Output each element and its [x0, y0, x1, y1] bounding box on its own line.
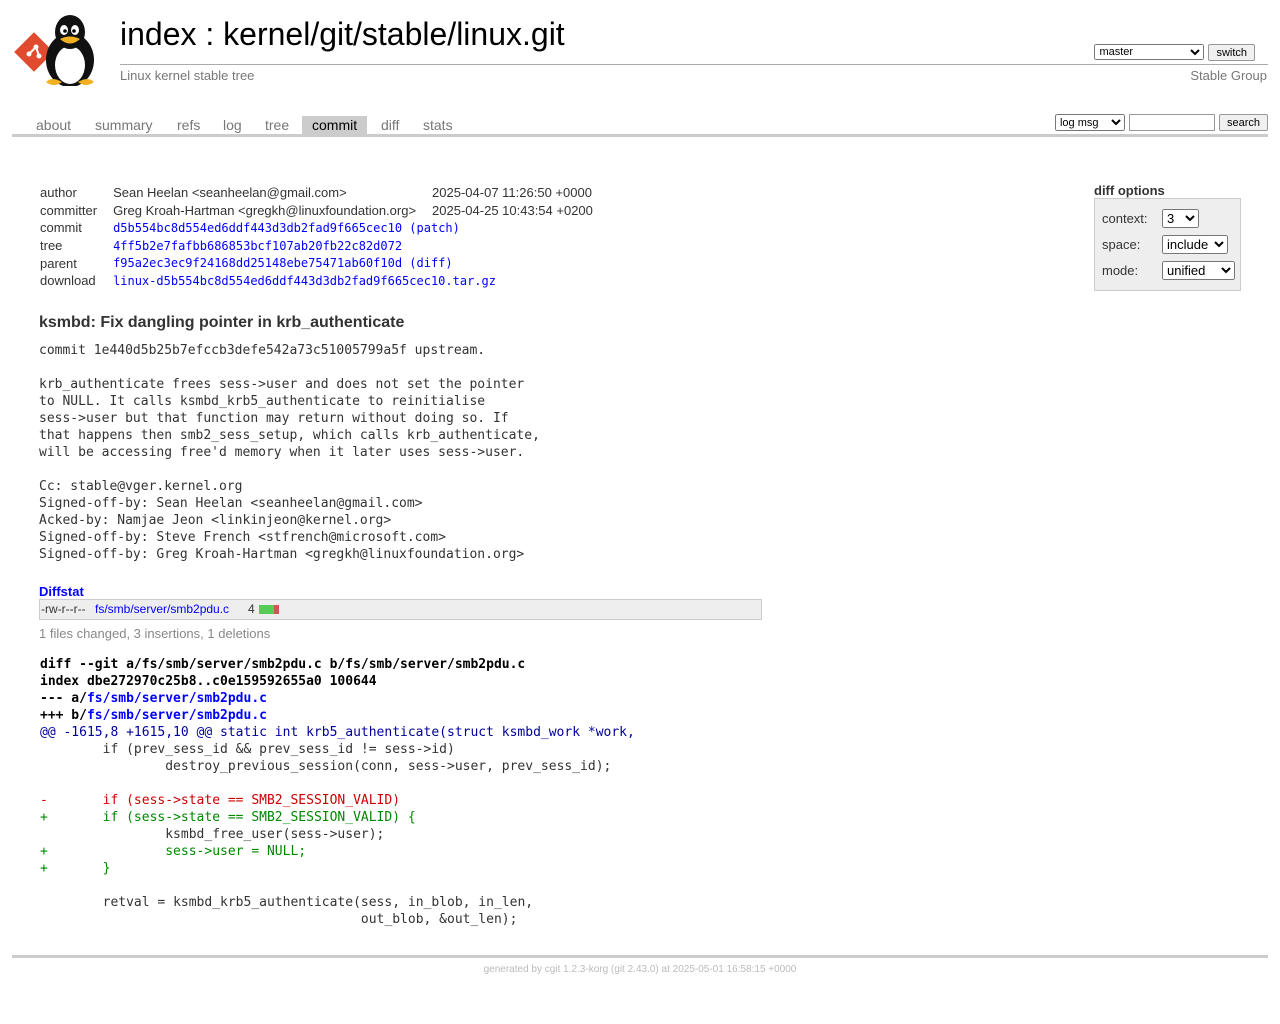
diffstat-change-count: 4 — [248, 602, 255, 616]
diff-git-header: diff --git a/fs/smb/server/smb2pdu.c b/f… — [40, 657, 526, 672]
diffstat-deletions-bar — [274, 605, 279, 614]
space-label: space: — [1102, 237, 1141, 252]
footer-prefix: generated by — [483, 964, 545, 975]
tab-diff[interactable]: diff — [371, 116, 409, 134]
diffstat-summary: 1 files changed, 3 insertions, 1 deletio… — [39, 626, 271, 641]
commit-label: commit — [40, 220, 82, 236]
commit-row: commit d5b554bc8d554ed6ddf443d3db2fad9f6… — [40, 219, 593, 237]
parent-label: parent — [40, 255, 77, 271]
footer-git-version: (git 2.43.0) — [608, 964, 659, 975]
context-select[interactable]: 3 — [1162, 209, 1199, 228]
parent-diff-link[interactable]: diff — [417, 256, 446, 270]
mode-label: mode: — [1102, 263, 1139, 278]
diff-line: retval = ksmbd_krb5_authenticate(sess, i… — [40, 895, 534, 910]
tree-sha-link[interactable]: 4ff5b2e7fafbb686853bcf107ab20fb22c82d072 — [113, 239, 402, 253]
diffstat-graph — [259, 605, 279, 614]
tab-commit[interactable]: commit — [302, 116, 368, 134]
author-date: 2025-04-07 11:26:50 +0000 — [432, 185, 592, 201]
tab-log[interactable]: log — [213, 116, 252, 134]
context-label: context: — [1102, 211, 1148, 226]
diff-line: - if (sess->state == SMB2_SESSION_VALID) — [40, 793, 401, 808]
download-label: download — [40, 273, 96, 289]
footer: generated by cgit 1.2.3-korg (git 2.43.0… — [0, 964, 1280, 975]
search-input[interactable] — [1128, 114, 1215, 131]
diff-hunk-header: @@ -1615,8 +1615,10 @@ static int krb5_a… — [40, 725, 635, 740]
diff-index-line: index dbe272970c25b8..c0e159592655a0 100… — [40, 674, 377, 689]
tab-summary[interactable]: summary — [85, 116, 163, 134]
diff-old-file-link[interactable]: fs/smb/server/smb2pdu.c — [87, 691, 267, 706]
parent-sha-link[interactable]: f95a2ec3ec9f24168dd25148ebe75471ab60f10d — [113, 256, 402, 270]
diff-plus-file-line: +++ b/fs/smb/server/smb2pdu.c — [40, 707, 635, 724]
repo-description: Linux kernel stable tree — [120, 68, 255, 83]
diff-new-file-link[interactable]: fs/smb/server/smb2pdu.c — [87, 708, 267, 723]
tux-penguin-icon — [46, 15, 94, 87]
footer-timestamp: at 2025-05-01 16:58:15 +0000 — [658, 964, 797, 975]
diff-paren-open: ( — [409, 256, 417, 271]
search-button[interactable]: search — [1218, 114, 1268, 131]
diffstat-insertions-bar — [259, 605, 274, 614]
diff-view: diff --git a/fs/smb/server/smb2pdu.c b/f… — [40, 656, 635, 928]
switch-button[interactable]: switch — [1208, 44, 1255, 61]
cgit-logo[interactable] — [12, 10, 112, 87]
mode-select[interactable]: unified — [1162, 261, 1235, 280]
search-form: log msg search — [1054, 114, 1268, 131]
tab-tree[interactable]: tree — [255, 116, 299, 134]
author-row: author Sean Heelan <seanheelan@gmail.com… — [40, 184, 593, 202]
tab-bar: about summary refs log tree commit diff … — [12, 114, 1268, 137]
diff-options-title: diff options — [1094, 183, 1165, 198]
space-select[interactable]: include — [1162, 235, 1228, 254]
diffstat-file-mode: -rw-r--r-- — [41, 602, 86, 616]
committer-row: committer Greg Kroah-Hartman <gregkh@lin… — [40, 202, 593, 220]
commit-info-table: author Sean Heelan <seanheelan@gmail.com… — [40, 184, 593, 290]
diff-line: destroy_previous_session(conn, sess->use… — [40, 759, 612, 774]
cgit-link[interactable]: cgit 1.2.3-korg — [545, 964, 608, 975]
patch-paren-open: ( — [409, 220, 417, 235]
diff-line: + } — [40, 861, 111, 876]
diff-paren-close: ) — [445, 256, 453, 271]
author-label: author — [40, 185, 77, 201]
diff-line: + sess->user = NULL; — [40, 844, 307, 859]
author-value: Sean Heelan <seanheelan@gmail.com> — [113, 185, 347, 201]
patch-link[interactable]: patch — [417, 221, 453, 235]
patch-paren-close: ) — [452, 220, 460, 235]
parent-row: parent f95a2ec3ec9f24168dd25148ebe75471a… — [40, 254, 593, 272]
diffstat-table: -rw-r--r-- fs/smb/server/smb2pdu.c 4 — [39, 599, 762, 620]
tab-about[interactable]: about — [26, 116, 81, 134]
commit-subject: ksmbd: Fix dangling pointer in krb_authe… — [39, 314, 405, 331]
repo-name-link[interactable]: kernel/git/stable/linux.git — [223, 16, 565, 52]
index-link[interactable]: index — [120, 16, 197, 52]
diff-line: out_blob, &out_len); — [40, 912, 518, 927]
commit-sha-link[interactable]: d5b554bc8d554ed6ddf443d3db2fad9f665cec10 — [113, 221, 402, 235]
branch-select[interactable]: master — [1094, 44, 1205, 60]
diff-minus-prefix: --- a/ — [40, 691, 87, 706]
diff-minus-file-line: --- a/fs/smb/server/smb2pdu.c — [40, 690, 635, 707]
download-link[interactable]: linux-d5b554bc8d554ed6ddf443d3db2fad9f66… — [113, 274, 496, 288]
owner-link[interactable]: Stable Group — [1190, 68, 1267, 83]
committer-label: committer — [40, 202, 98, 218]
diff-line: ksmbd_free_user(sess->user); — [40, 827, 385, 842]
diff-line: if (prev_sess_id && prev_sess_id != sess… — [40, 742, 455, 757]
diffstat-file-link[interactable]: fs/smb/server/smb2pdu.c — [95, 602, 229, 616]
tree-label: tree — [40, 238, 63, 254]
diff-line — [40, 877, 635, 894]
committer-date: 2025-04-25 10:43:54 +0200 — [432, 202, 593, 218]
committer-value: Greg Kroah-Hartman <gregkh@linuxfoundati… — [113, 202, 417, 218]
search-scope-select[interactable]: log msg — [1054, 114, 1125, 131]
diff-options-panel: context: 3 space: include mode: unified — [1094, 198, 1241, 291]
tree-row: tree 4ff5b2e7fafbb686853bcf107ab20fb22c8… — [40, 237, 593, 255]
tab-refs[interactable]: refs — [167, 116, 210, 134]
header-divider — [120, 64, 1268, 65]
footer-divider — [12, 955, 1268, 958]
diff-plus-prefix: +++ b/ — [40, 708, 87, 723]
repo-title: index : kernel/git/stable/linux.git — [120, 16, 565, 53]
title-separator: : — [196, 16, 224, 52]
diff-line — [40, 775, 635, 792]
download-row: download linux-d5b554bc8d554ed6ddf443d3d… — [40, 272, 593, 290]
commit-message: commit 1e440d5b25b7efccb3defe542a73c5100… — [39, 343, 540, 562]
diffstat-header-link[interactable]: Diffstat — [39, 584, 84, 599]
branch-switch-form: master switch — [1094, 44, 1255, 61]
tab-stats[interactable]: stats — [413, 116, 463, 134]
diff-line: + if (sess->state == SMB2_SESSION_VALID)… — [40, 810, 416, 825]
